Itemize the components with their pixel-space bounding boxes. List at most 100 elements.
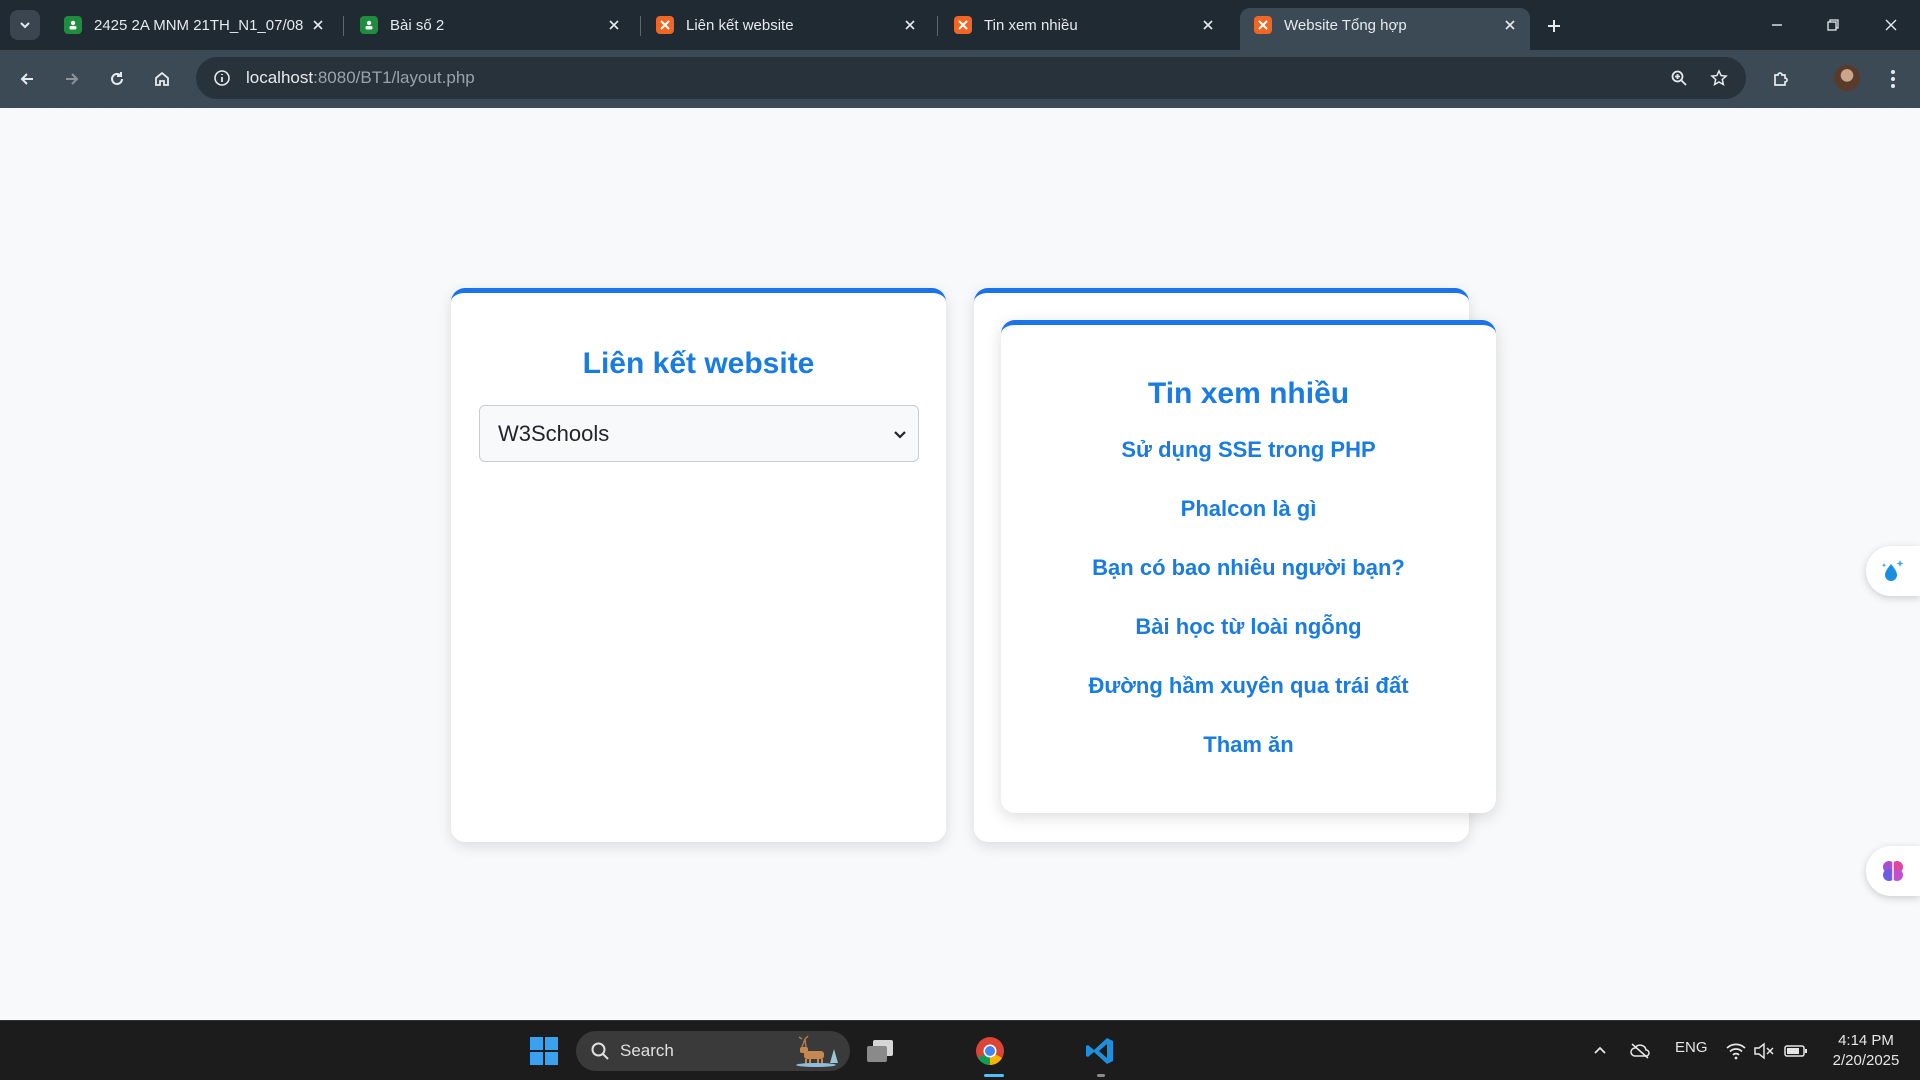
tab-classroom-1[interactable]: 2425 2A MNM 21TH_N1_07/08 <box>50 8 338 42</box>
taskbar-chrome[interactable] <box>970 1031 1010 1077</box>
close-icon[interactable] <box>898 13 922 37</box>
browser-menu-button[interactable] <box>1878 64 1908 94</box>
xampp-icon <box>656 16 674 34</box>
news-list: Sử dụng SSE trong PHP Phalcon là gì Bạn … <box>1001 437 1496 791</box>
url-text: localhost:8080/BT1/layout.php <box>246 68 475 88</box>
task-view-button[interactable] <box>860 1031 900 1071</box>
tab-title: Tin xem nhiều <box>984 16 1078 34</box>
tab-tin-xem-nhieu[interactable]: Tin xem nhiều <box>940 8 1228 42</box>
chevron-down-icon <box>20 22 30 29</box>
tab-title: Website Tổng hợp <box>1284 16 1407 34</box>
tab-website-tong-hop[interactable]: Website Tổng hợp <box>1240 8 1530 50</box>
list-item: Bài học từ loài ngỗng <box>1001 614 1496 673</box>
sparkle-drop-icon <box>1881 560 1904 581</box>
chevron-down-icon <box>894 431 906 439</box>
list-item: Sử dụng SSE trong PHP <box>1001 437 1496 496</box>
back-button[interactable] <box>12 64 42 94</box>
new-tab-button[interactable] <box>1540 12 1568 40</box>
home-button[interactable] <box>147 64 177 94</box>
taskbar-search[interactable]: Search <box>576 1031 850 1071</box>
zoom-icon[interactable] <box>1666 65 1692 91</box>
classroom-icon <box>360 16 378 34</box>
taskbar-vscode[interactable] <box>1080 1031 1120 1077</box>
news-link[interactable]: Bạn có bao nhiêu người bạn? <box>1092 555 1405 580</box>
tab-title: 2425 2A MNM 21TH_N1_07/08 <box>94 16 304 34</box>
tab-search-button[interactable] <box>10 10 40 40</box>
url-host: localhost <box>246 68 314 87</box>
url-path: :8080/BT1/layout.php <box>313 68 475 87</box>
list-item: Phalcon là gì <box>1001 496 1496 555</box>
close-icon[interactable] <box>1498 13 1522 37</box>
windows-logo-icon <box>530 1037 558 1065</box>
puzzle-icon <box>1774 72 1788 86</box>
taskbar-search-label: Search <box>620 1041 674 1060</box>
chrome-icon <box>976 1037 1004 1065</box>
clock-time: 4:14 PM <box>1838 1032 1894 1049</box>
close-icon[interactable] <box>602 13 626 37</box>
minimize-button[interactable] <box>1762 10 1792 40</box>
tab-classroom-2[interactable]: Bài số 2 <box>346 8 634 42</box>
deer-illustration-icon <box>796 1035 838 1067</box>
news-link[interactable]: Sử dụng SSE trong PHP <box>1121 437 1375 462</box>
reload-button[interactable] <box>102 64 132 94</box>
extensions-button[interactable] <box>1766 64 1796 94</box>
tab-strip: 2425 2A MNM 21TH_N1_07/08 Bài số 2 Liên … <box>0 0 1920 50</box>
browser-toolbar: localhost:8080/BT1/layout.php <box>0 50 1920 108</box>
cloud-off-icon <box>1630 1043 1650 1059</box>
close-icon[interactable] <box>1196 13 1220 37</box>
battery-icon <box>1784 1045 1807 1057</box>
search-icon <box>591 1042 609 1060</box>
news-link[interactable]: Bài học từ loài ngỗng <box>1135 614 1361 639</box>
news-card-title: Tin xem nhiều <box>1147 377 1350 410</box>
website-select[interactable]: W3Schools <box>479 405 919 462</box>
tab-lien-ket[interactable]: Liên kết website <box>642 8 930 42</box>
onedrive-status[interactable] <box>1620 1031 1660 1071</box>
tab-separator <box>343 16 344 36</box>
close-icon[interactable] <box>306 13 330 37</box>
language-indicator[interactable]: ENG <box>1675 1039 1708 1056</box>
start-button[interactable] <box>524 1031 564 1071</box>
address-bar[interactable]: localhost:8080/BT1/layout.php <box>196 57 1746 99</box>
minimize-icon <box>1772 24 1782 26</box>
forward-button[interactable] <box>57 64 87 94</box>
clock-date: 2/20/2025 <box>1832 1052 1900 1069</box>
bookmark-star-icon[interactable] <box>1706 65 1732 91</box>
arrow-right-icon <box>66 73 79 85</box>
tab-separator <box>937 16 938 36</box>
floating-ai-drop-button[interactable] <box>1866 546 1920 596</box>
site-info-icon[interactable] <box>204 69 240 87</box>
profile-avatar[interactable] <box>1834 65 1860 91</box>
volume-muted-icon <box>1754 1042 1774 1060</box>
links-card: Liên kết website W3Schools <box>451 288 946 842</box>
news-card: Tin xem nhiều Sử dụng SSE trong PHP Phal… <box>1001 320 1496 813</box>
tab-title: Bài số 2 <box>390 16 445 34</box>
show-hidden-icons-button[interactable] <box>1580 1031 1620 1071</box>
kebab-menu-icon <box>1891 70 1895 88</box>
list-item: Bạn có bao nhiêu người bạn? <box>1001 555 1496 614</box>
tab-title: Liên kết website <box>686 16 794 34</box>
news-link[interactable]: Tham ăn <box>1203 732 1293 757</box>
running-indicator <box>1097 1074 1105 1077</box>
tab-separator <box>640 16 641 36</box>
restore-button[interactable] <box>1818 10 1848 40</box>
news-link[interactable]: Phalcon là gì <box>1181 496 1317 521</box>
reload-icon <box>111 72 123 85</box>
home-icon <box>155 71 169 86</box>
news-link[interactable]: Đường hầm xuyên qua trái đất <box>1088 673 1408 698</box>
windows-taskbar: Search ENG 4:14 PM 2/20/2025 <box>0 1020 1920 1080</box>
active-indicator <box>984 1074 1004 1077</box>
taskbar-clock[interactable]: 4:14 PM 2/20/2025 <box>1818 1031 1914 1071</box>
floating-brain-button[interactable] <box>1866 846 1920 896</box>
close-icon <box>1885 19 1897 31</box>
page-viewport: Liên kết website W3Schools Tin xem nhiều… <box>0 108 1920 1020</box>
close-window-button[interactable] <box>1876 10 1906 40</box>
restore-icon <box>1827 19 1839 31</box>
vscode-icon <box>1086 1038 1113 1064</box>
classroom-icon <box>64 16 82 34</box>
arrow-left-icon <box>20 73 33 85</box>
chevron-up-icon <box>1594 1046 1606 1054</box>
battery-status[interactable] <box>1776 1031 1816 1071</box>
brain-icon <box>1883 861 1903 881</box>
xampp-icon <box>954 16 972 34</box>
task-view-icon <box>867 1040 893 1062</box>
